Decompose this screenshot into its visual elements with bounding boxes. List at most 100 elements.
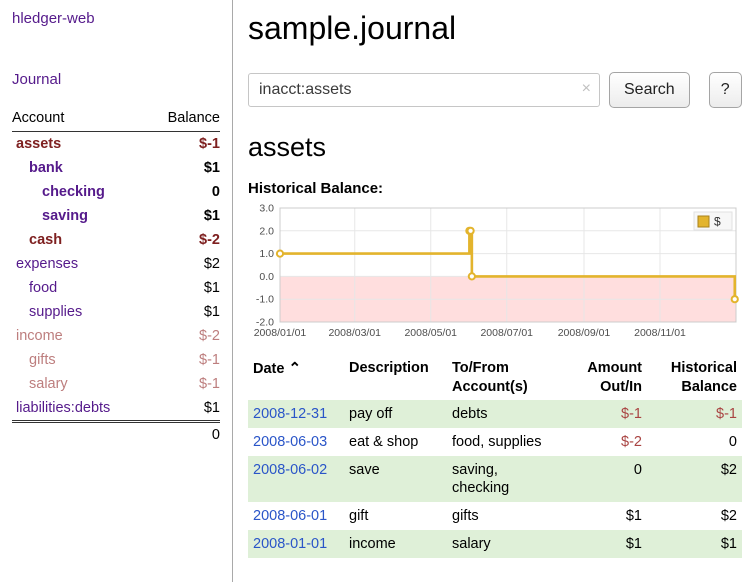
help-button[interactable]: ? (709, 72, 742, 108)
account-row: saving $1 (12, 204, 220, 228)
account-row: supplies $1 (12, 300, 220, 324)
accounts-header-balance: Balance (148, 106, 220, 132)
accounts-table: Account Balance assets$-1bank$1checking0… (12, 106, 220, 447)
register-row[interactable]: 2008-06-01giftgifts$1$2 (248, 502, 742, 530)
svg-text:3.0: 3.0 (259, 203, 274, 215)
accounts-header-line1: To/From (452, 360, 509, 376)
transaction-description: gift (344, 502, 447, 530)
transaction-description: eat & shop (344, 428, 447, 456)
balance-header-line2: Balance (681, 379, 737, 395)
account-row: assets $-1 (12, 132, 220, 157)
register-header-date[interactable]: Date ⌃ (248, 356, 344, 400)
account-balance: $1 (148, 156, 220, 180)
transaction-description: income (344, 530, 447, 558)
account-link-gifts[interactable]: gifts (29, 352, 56, 368)
account-link-saving[interactable]: saving (42, 208, 88, 224)
account-row: income $-2 (12, 324, 220, 348)
transaction-balance: $2 (647, 456, 742, 502)
account-row: salary $-1 (12, 372, 220, 396)
search-box: × (248, 73, 600, 107)
legend-label: $ (714, 215, 721, 229)
svg-text:2008/07/01: 2008/07/01 (480, 327, 533, 339)
journal-link[interactable]: Journal (12, 71, 61, 88)
register-row[interactable]: 2008-06-02savesaving, checking0$2 (248, 456, 742, 502)
account-link-assets[interactable]: assets (16, 136, 61, 152)
svg-text:1.0: 1.0 (259, 248, 274, 260)
account-balance: 0 (148, 180, 220, 204)
transaction-amount: $1 (563, 502, 647, 530)
chart-svg: 3.02.01.00.0-1.0-2.02008/01/012008/03/01… (248, 203, 742, 343)
date-header-label: Date (253, 361, 284, 377)
account-balance: $-1 (148, 372, 220, 396)
account-link-expenses[interactable]: expenses (16, 256, 78, 272)
sort-ascending-icon[interactable]: ⌃ (288, 360, 301, 377)
clear-search-icon[interactable]: × (582, 80, 591, 98)
transaction-date-link[interactable]: 2008-06-01 (253, 508, 327, 524)
register-row[interactable]: 2008-01-01incomesalary$1$1 (248, 530, 742, 558)
svg-text:2008/03/01: 2008/03/01 (328, 327, 381, 339)
transaction-accounts: salary (447, 530, 563, 558)
account-balance: $2 (148, 252, 220, 276)
account-link-salary[interactable]: salary (29, 376, 68, 392)
accounts-table-body: assets$-1bank$1checking0saving$1cash$-2e… (12, 132, 220, 422)
register-row[interactable]: 2008-12-31pay offdebts$-1$-1 (248, 400, 742, 428)
account-row: gifts $-1 (12, 348, 220, 372)
accounts-total-value: 0 (148, 422, 220, 448)
accounts-header-line2: Account(s) (452, 379, 528, 395)
account-balance: $-2 (148, 324, 220, 348)
transaction-accounts: gifts (447, 502, 563, 530)
svg-text:2.0: 2.0 (259, 225, 274, 237)
transaction-accounts: food, supplies (447, 428, 563, 456)
transaction-balance: $-1 (647, 400, 742, 428)
account-row: bank $1 (12, 156, 220, 180)
account-balance: $-1 (148, 348, 220, 372)
svg-text:2008/11/01: 2008/11/01 (634, 327, 686, 339)
account-link-checking[interactable]: checking (42, 184, 105, 200)
transaction-date-link[interactable]: 2008-01-01 (253, 536, 327, 552)
page-title: sample.journal (248, 10, 742, 47)
account-row: expenses $2 (12, 252, 220, 276)
register-row[interactable]: 2008-06-03eat & shopfood, supplies$-20 (248, 428, 742, 456)
register-header-row: Date ⌃ Description To/From Account(s) Am… (248, 356, 742, 400)
account-row: cash$-2 (12, 228, 220, 252)
transaction-amount: $1 (563, 530, 647, 558)
search-button[interactable]: Search (609, 72, 690, 108)
account-link-income[interactable]: income (16, 328, 63, 344)
sidebar: hledger-web Journal Account Balance asse… (0, 0, 233, 582)
main-content: sample.journal × Search ? assets Histori… (248, 0, 742, 582)
account-row: food $1 (12, 276, 220, 300)
register-header-amount: Amount Out/In (563, 356, 647, 400)
transaction-amount: 0 (563, 456, 647, 502)
transaction-amount: $-1 (563, 400, 647, 428)
transaction-date-link[interactable]: 2008-06-03 (253, 434, 327, 450)
register-table: Date ⌃ Description To/From Account(s) Am… (248, 356, 742, 558)
account-balance: $1 (148, 300, 220, 324)
transaction-date-link[interactable]: 2008-06-02 (253, 462, 327, 478)
amount-header-line1: Amount (587, 360, 642, 376)
transaction-balance: 0 (647, 428, 742, 456)
register-header-balance: Historical Balance (647, 356, 742, 400)
historical-balance-chart: 3.02.01.00.0-1.0-2.02008/01/012008/03/01… (248, 203, 742, 346)
account-link-supplies[interactable]: supplies (29, 304, 82, 320)
section-title: assets (248, 132, 742, 163)
account-balance: $1 (148, 204, 220, 228)
transaction-accounts: saving, checking (447, 456, 563, 502)
svg-text:2008/05/01: 2008/05/01 (404, 327, 457, 339)
account-link-liabilities-debts[interactable]: liabilities:debts (16, 400, 110, 416)
app-title-link[interactable]: hledger-web (12, 10, 95, 27)
account-balance: $-1 (148, 132, 220, 157)
transaction-description: pay off (344, 400, 447, 428)
account-link-cash[interactable]: cash (29, 232, 62, 248)
account-link-bank[interactable]: bank (29, 160, 63, 176)
register-header-accounts: To/From Account(s) (447, 356, 563, 400)
transaction-accounts: debts (447, 400, 563, 428)
svg-text:2008/09/01: 2008/09/01 (558, 327, 611, 339)
svg-text:0.0: 0.0 (259, 271, 274, 283)
account-row: checking 0 (12, 180, 220, 204)
search-input[interactable] (248, 73, 600, 107)
account-row: liabilities:debts$1 (12, 396, 220, 422)
transaction-date-link[interactable]: 2008-12-31 (253, 406, 327, 422)
search-bar: × Search ? (248, 72, 742, 108)
account-link-food[interactable]: food (29, 280, 57, 296)
account-balance: $1 (148, 276, 220, 300)
